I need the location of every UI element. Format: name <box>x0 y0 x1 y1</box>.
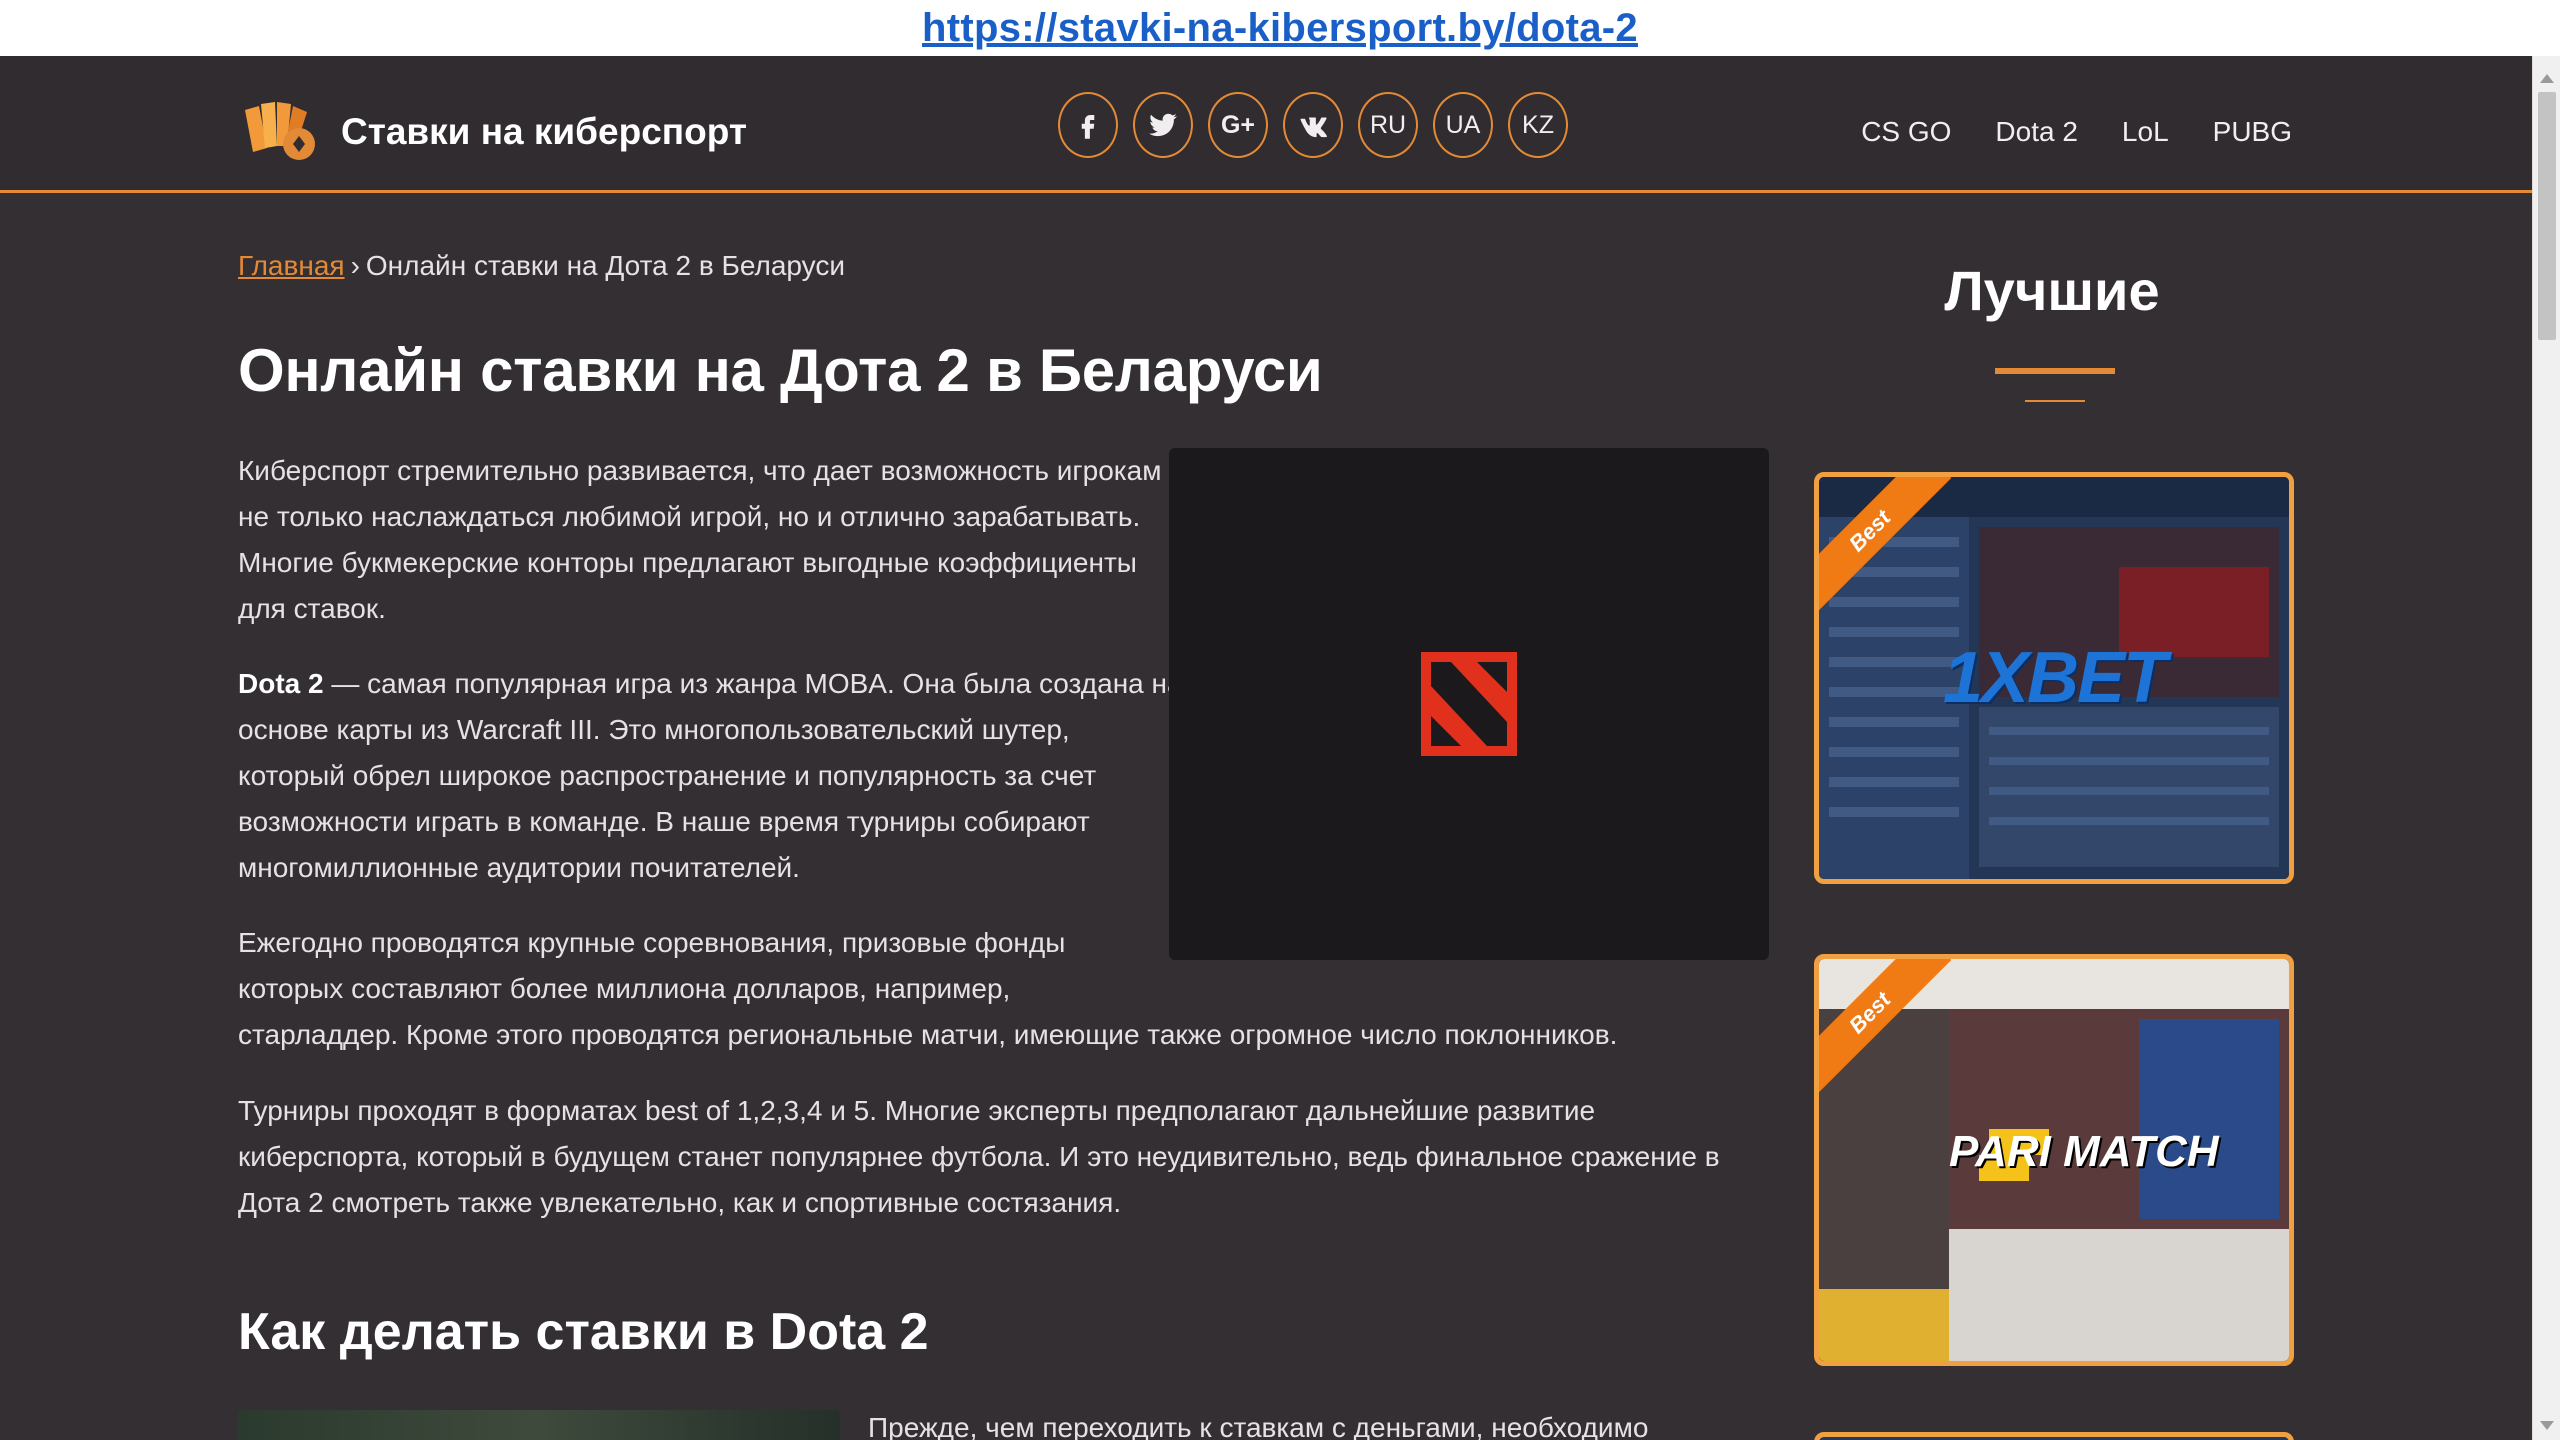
nav-item-lol[interactable]: LoL <box>2122 116 2169 148</box>
1xbet-brand-logo: 1XBET <box>1942 638 2167 718</box>
parimatch-brand-logo: PARI MATCH <box>1949 1127 2219 1176</box>
dota-bold-term: Dota 2 <box>238 668 324 699</box>
twitter-icon <box>1149 113 1177 137</box>
nav-item-csgo[interactable]: CS GO <box>1861 116 1951 148</box>
breadcrumb-separator: › <box>350 250 360 281</box>
bookmaker-card-1xbet[interactable]: 1XBET Best <box>1814 472 2294 884</box>
dota-paragraph-text: — самая популярная игра из жанра MOBA. О… <box>238 668 1183 883</box>
cards-logo-icon <box>245 102 315 160</box>
lang-ru-button[interactable]: RU <box>1358 92 1418 158</box>
breadcrumb: Главная › Онлайн ставки на Дота 2 в Белару… <box>238 250 845 282</box>
scroll-up-arrow-icon[interactable] <box>2540 74 2554 83</box>
site-header: Ставки на киберспорт G+ RU UA KZ CS GO D… <box>0 56 2532 193</box>
main-nav: CS GO Dota 2 LoL PUBG <box>1861 116 2292 148</box>
scrollbar-thumb[interactable] <box>2538 92 2556 340</box>
url-caption-link[interactable]: https://stavki-na-kibersport.by/dota-2 <box>922 6 1638 51</box>
nav-item-pubg[interactable]: PUBG <box>2213 116 2292 148</box>
site-logo[interactable]: Ставки на киберспорт <box>237 100 747 164</box>
bookmaker-card-3[interactable] <box>1814 1432 2294 1440</box>
page-title: Онлайн ставки на Дота 2 в Беларуси <box>238 337 1323 404</box>
facebook-button[interactable] <box>1058 92 1118 158</box>
sidebar-title-underline <box>1995 368 2115 374</box>
dota-paragraph: Dota 2 — самая популярная игра из жанра … <box>238 661 1183 891</box>
scroll-down-arrow-icon[interactable] <box>2540 1421 2554 1430</box>
bookmaker-card-parimatch[interactable]: PARI MATCH Best <box>1814 954 2294 1366</box>
lang-ua-button[interactable]: UA <box>1433 92 1493 158</box>
breadcrumb-home-link[interactable]: Главная <box>238 250 345 281</box>
vk-icon <box>1300 117 1327 138</box>
how-to-bet-paragraph: Прежде, чем переходить к ставкам с деньг… <box>868 1412 1649 1440</box>
dota-video-player[interactable] <box>1169 448 1769 960</box>
intro-paragraph: Киберспорт стремительно развивается, что… <box>238 455 1162 624</box>
vk-button[interactable] <box>1283 92 1343 158</box>
tournaments-line-1: Ежегодно проводятся крупные соревнования… <box>238 927 1066 958</box>
social-links: G+ RU UA KZ <box>1058 92 1568 158</box>
tournaments-line-2: которых составляют более миллиона доллар… <box>238 973 1011 1004</box>
dota-logo-icon <box>1421 652 1517 756</box>
tournaments-line-3: старладдер. Кроме этого проводятся регио… <box>238 1019 1618 1050</box>
breadcrumb-current: Онлайн ставки на Дота 2 в Беларуси <box>365 250 845 281</box>
page-scrollbar[interactable] <box>2532 56 2560 1440</box>
site-name: Ставки на киберспорт <box>341 111 747 152</box>
sidebar-title-underline-thin <box>2025 400 2085 402</box>
url-caption-bar: https://stavki-na-kibersport.by/dota-2 <box>0 0 2560 56</box>
section-title-how-to-bet: Как делать ставки в Dota 2 <box>238 1303 929 1361</box>
google-plus-button[interactable]: G+ <box>1208 92 1268 158</box>
facebook-icon <box>1081 115 1095 139</box>
nav-item-dota2[interactable]: Dota 2 <box>1995 116 2078 148</box>
section-image <box>238 1410 840 1440</box>
sidebar-title: Лучшие <box>1944 259 2160 322</box>
twitter-button[interactable] <box>1133 92 1193 158</box>
lang-kz-button[interactable]: KZ <box>1508 92 1568 158</box>
formats-paragraph: Турниры проходят в форматах best of 1,2,… <box>238 1095 1720 1218</box>
google-plus-icon: G+ <box>1220 110 1256 139</box>
